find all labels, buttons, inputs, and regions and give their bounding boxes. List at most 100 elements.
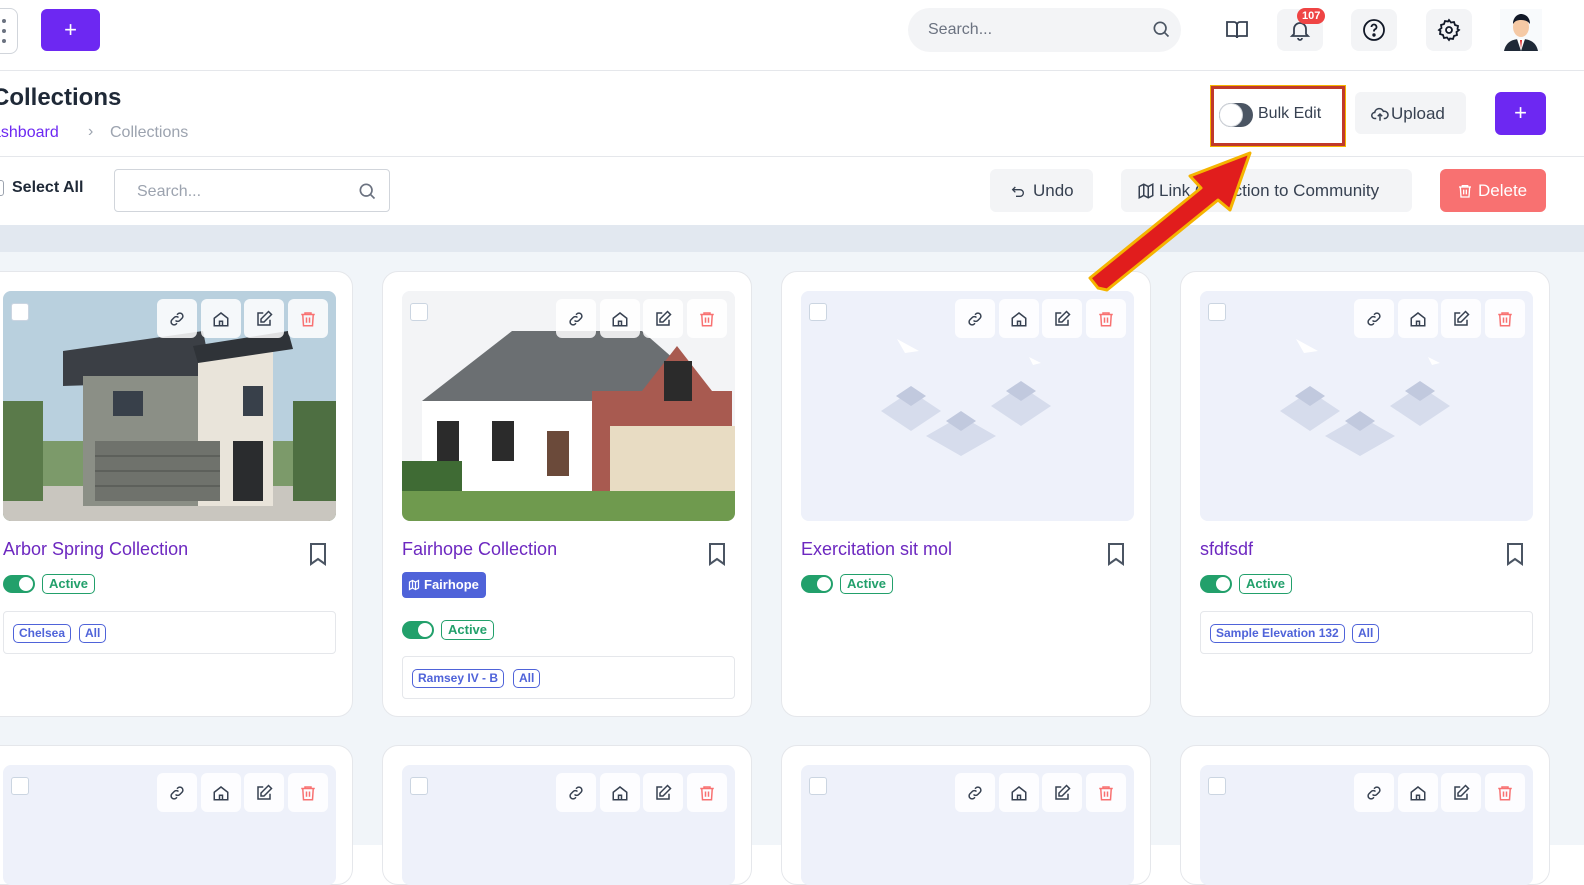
card-select-checkbox[interactable] [410, 777, 428, 795]
collection-card[interactable] [0, 745, 353, 885]
card-select-checkbox[interactable] [1208, 303, 1226, 321]
edit-action-button[interactable] [244, 299, 284, 338]
collections-search [114, 169, 390, 212]
delete-action-button[interactable] [687, 299, 727, 338]
status-toggle[interactable] [3, 575, 35, 593]
home-action-button[interactable] [999, 299, 1039, 338]
elevation-chip: All [513, 669, 541, 688]
home-action-button[interactable] [999, 773, 1039, 812]
search-icon[interactable] [357, 181, 377, 201]
collection-card[interactable]: Arbor Spring Collection Active Chelsea A… [0, 271, 353, 717]
home-icon [612, 786, 628, 801]
card-select-checkbox[interactable] [410, 303, 428, 321]
top-bar: + 107 [0, 0, 1584, 71]
collections-search-input[interactable] [137, 181, 337, 203]
card-select-checkbox[interactable] [809, 303, 827, 321]
status-toggle[interactable] [801, 575, 833, 593]
bulk-edit-toggle[interactable]: Bulk Edit [1210, 85, 1346, 147]
edit-icon [1055, 310, 1071, 326]
bookmark-icon[interactable] [1506, 542, 1524, 566]
home-icon [612, 312, 628, 327]
home-action-button[interactable] [1398, 773, 1438, 812]
trash-icon [301, 312, 315, 327]
edit-action-button[interactable] [1441, 773, 1481, 812]
edit-action-button[interactable] [643, 299, 683, 338]
search-icon[interactable] [1151, 19, 1171, 39]
link-action-button[interactable] [1354, 773, 1394, 812]
collection-card[interactable]: Fairhope Collection Fairhope Active Rams… [382, 271, 752, 717]
collection-card[interactable] [1180, 745, 1550, 885]
breadcrumb-dashboard-link[interactable]: ashboard [0, 124, 59, 142]
trash-icon [301, 786, 315, 801]
home-icon [213, 786, 229, 801]
collection-card[interactable] [781, 745, 1151, 885]
collection-card[interactable]: sfdfsdf Active Sample Elevation 132 All [1180, 271, 1550, 717]
delete-action-button[interactable] [1485, 299, 1525, 338]
home-action-button[interactable] [1398, 299, 1438, 338]
edit-action-button[interactable] [1042, 299, 1082, 338]
link-action-button[interactable] [556, 299, 596, 338]
sidebar-toggle-button[interactable] [0, 8, 18, 54]
collection-name[interactable]: sfdfsdf [1200, 539, 1253, 560]
collection-name[interactable]: Arbor Spring Collection [3, 539, 188, 560]
select-all-checkbox[interactable] [0, 180, 4, 196]
link-action-button[interactable] [955, 299, 995, 338]
delete-action-button[interactable] [288, 773, 328, 812]
user-avatar[interactable] [1500, 9, 1542, 51]
bookmark-icon[interactable] [1107, 542, 1125, 566]
link-action-button[interactable] [1354, 299, 1394, 338]
collection-name[interactable]: Fairhope Collection [402, 539, 557, 560]
delete-action-button[interactable] [288, 299, 328, 338]
global-search-input[interactable] [928, 19, 1128, 41]
delete-button[interactable]: Delete [1440, 169, 1546, 212]
status-toggle[interactable] [402, 621, 434, 639]
add-collection-button[interactable]: + [1495, 92, 1546, 135]
collection-card[interactable]: Exercitation sit mol Active [781, 271, 1151, 717]
link-action-button[interactable] [556, 773, 596, 812]
quick-add-button[interactable]: + [41, 9, 100, 51]
bulk-edit-switch[interactable] [1219, 103, 1253, 127]
delete-action-button[interactable] [1086, 299, 1126, 338]
edit-action-button[interactable] [643, 773, 683, 812]
elevations-box: Ramsey IV - B All [402, 656, 735, 699]
edit-action-button[interactable] [1441, 299, 1481, 338]
elevation-chip: All [1352, 624, 1380, 643]
undo-button[interactable]: Undo [990, 169, 1093, 212]
header-divider [0, 156, 1584, 157]
link-action-button[interactable] [157, 299, 197, 338]
home-action-button[interactable] [201, 773, 241, 812]
delete-label: Delete [1478, 181, 1528, 200]
card-select-checkbox[interactable] [809, 777, 827, 795]
upload-button[interactable]: Upload [1355, 92, 1466, 134]
bookmark-icon[interactable] [708, 542, 726, 566]
settings-gear-icon[interactable] [1426, 9, 1472, 51]
collection-card[interactable] [382, 745, 752, 885]
breadcrumb-current: Collections [110, 124, 189, 141]
status-badge: Active [840, 574, 894, 594]
delete-action-button[interactable] [1485, 773, 1525, 812]
collection-name[interactable]: Exercitation sit mol [801, 539, 952, 560]
edit-action-button[interactable] [244, 773, 284, 812]
home-action-button[interactable] [600, 299, 640, 338]
bookmark-icon[interactable] [309, 542, 327, 566]
status-toggle[interactable] [1200, 575, 1232, 593]
undo-label: Undo [1033, 181, 1074, 200]
help-icon[interactable] [1351, 9, 1397, 51]
delete-action-button[interactable] [1086, 773, 1126, 812]
content-top-strip [0, 225, 1584, 252]
cloud-upload-icon [1371, 107, 1389, 121]
home-icon [1410, 786, 1426, 801]
card-select-checkbox[interactable] [11, 303, 29, 321]
link-action-button[interactable] [157, 773, 197, 812]
status-badge: Active [42, 574, 96, 594]
link-action-button[interactable] [955, 773, 995, 812]
card-select-checkbox[interactable] [1208, 777, 1226, 795]
delete-action-button[interactable] [687, 773, 727, 812]
home-action-button[interactable] [600, 773, 640, 812]
card-select-checkbox[interactable] [11, 777, 29, 795]
select-all-label[interactable]: Select All [12, 179, 83, 197]
docs-book-icon[interactable] [1213, 9, 1259, 51]
edit-icon [257, 784, 273, 800]
home-action-button[interactable] [201, 299, 241, 338]
edit-action-button[interactable] [1042, 773, 1082, 812]
